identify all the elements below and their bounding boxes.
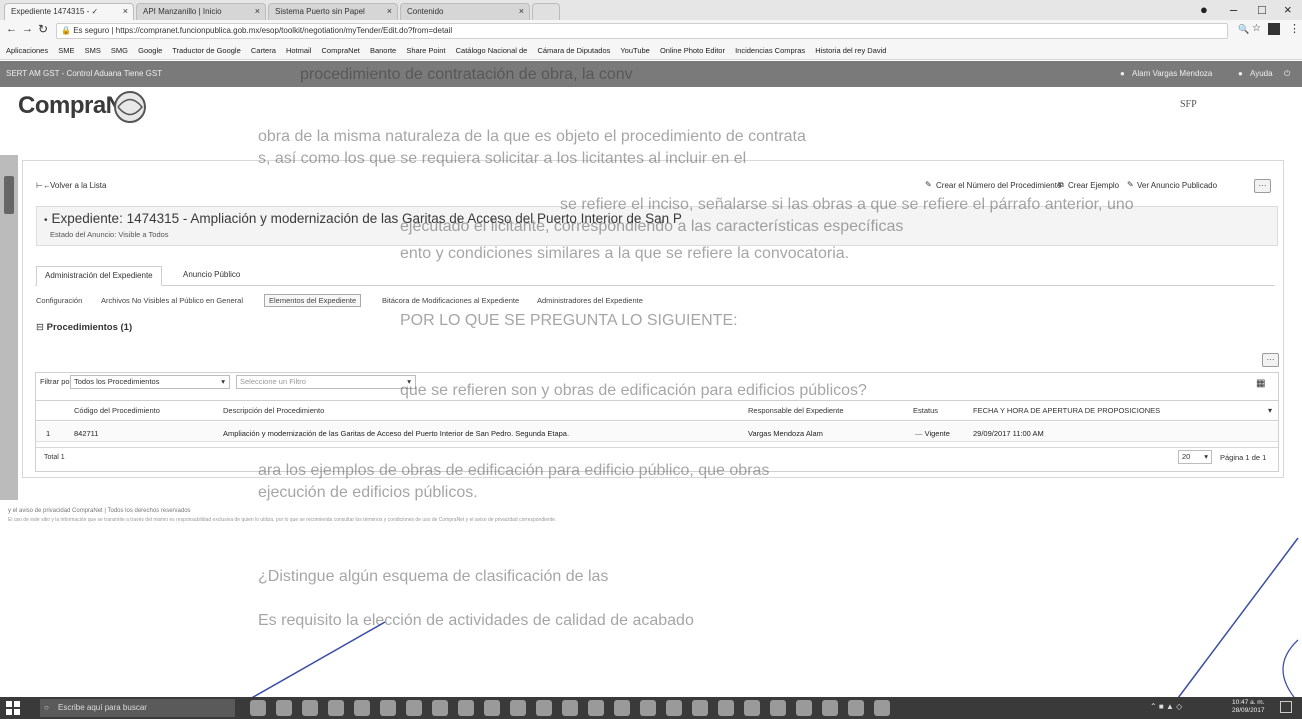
task-view-icon[interactable] (250, 700, 266, 716)
taskbar-app-icon[interactable] (328, 700, 344, 716)
taskbar-clock[interactable]: 10:47 a. m. 28/09/2017 (1232, 699, 1265, 715)
taskbar-app-icon[interactable] (796, 700, 812, 716)
taskbar-search[interactable]: ○ Escribe aquí para buscar (40, 699, 235, 717)
taskbar-app-icon[interactable] (510, 700, 526, 716)
windows-start-icon[interactable] (6, 701, 20, 715)
taskbar-app-icon[interactable] (614, 700, 630, 716)
taskbar-app-icon[interactable] (484, 700, 500, 716)
taskbar-app-icon[interactable] (406, 700, 422, 716)
taskbar-app-icon[interactable] (588, 700, 604, 716)
taskbar-app-icon[interactable] (874, 700, 890, 716)
taskbar-app-icon[interactable] (718, 700, 734, 716)
pen-annotations (247, 537, 1299, 703)
taskbar-app-icon[interactable] (562, 700, 578, 716)
taskbar-app-icon[interactable] (458, 700, 474, 716)
taskbar-app-icon[interactable] (432, 700, 448, 716)
taskbar-app-icon[interactable] (666, 700, 682, 716)
taskbar-app-icon[interactable] (354, 700, 370, 716)
taskbar-app-icon[interactable] (692, 700, 708, 716)
taskbar-app-icon[interactable] (380, 700, 396, 716)
taskbar-app-icon[interactable] (744, 700, 760, 716)
taskbar-app-icon[interactable] (822, 700, 838, 716)
cortana-icon: ○ (44, 703, 49, 712)
taskbar-app-icon[interactable] (848, 700, 864, 716)
taskbar-app-icon[interactable] (770, 700, 786, 716)
notifications-icon[interactable] (1280, 701, 1292, 713)
taskbar-app-icon[interactable] (640, 700, 656, 716)
system-tray-icons[interactable]: ⌃ ■ ▲ ◇ (1150, 702, 1182, 711)
taskbar-app-icon[interactable] (302, 700, 318, 716)
taskbar-app-icon[interactable] (276, 700, 292, 716)
taskbar-app-icon[interactable] (536, 700, 552, 716)
